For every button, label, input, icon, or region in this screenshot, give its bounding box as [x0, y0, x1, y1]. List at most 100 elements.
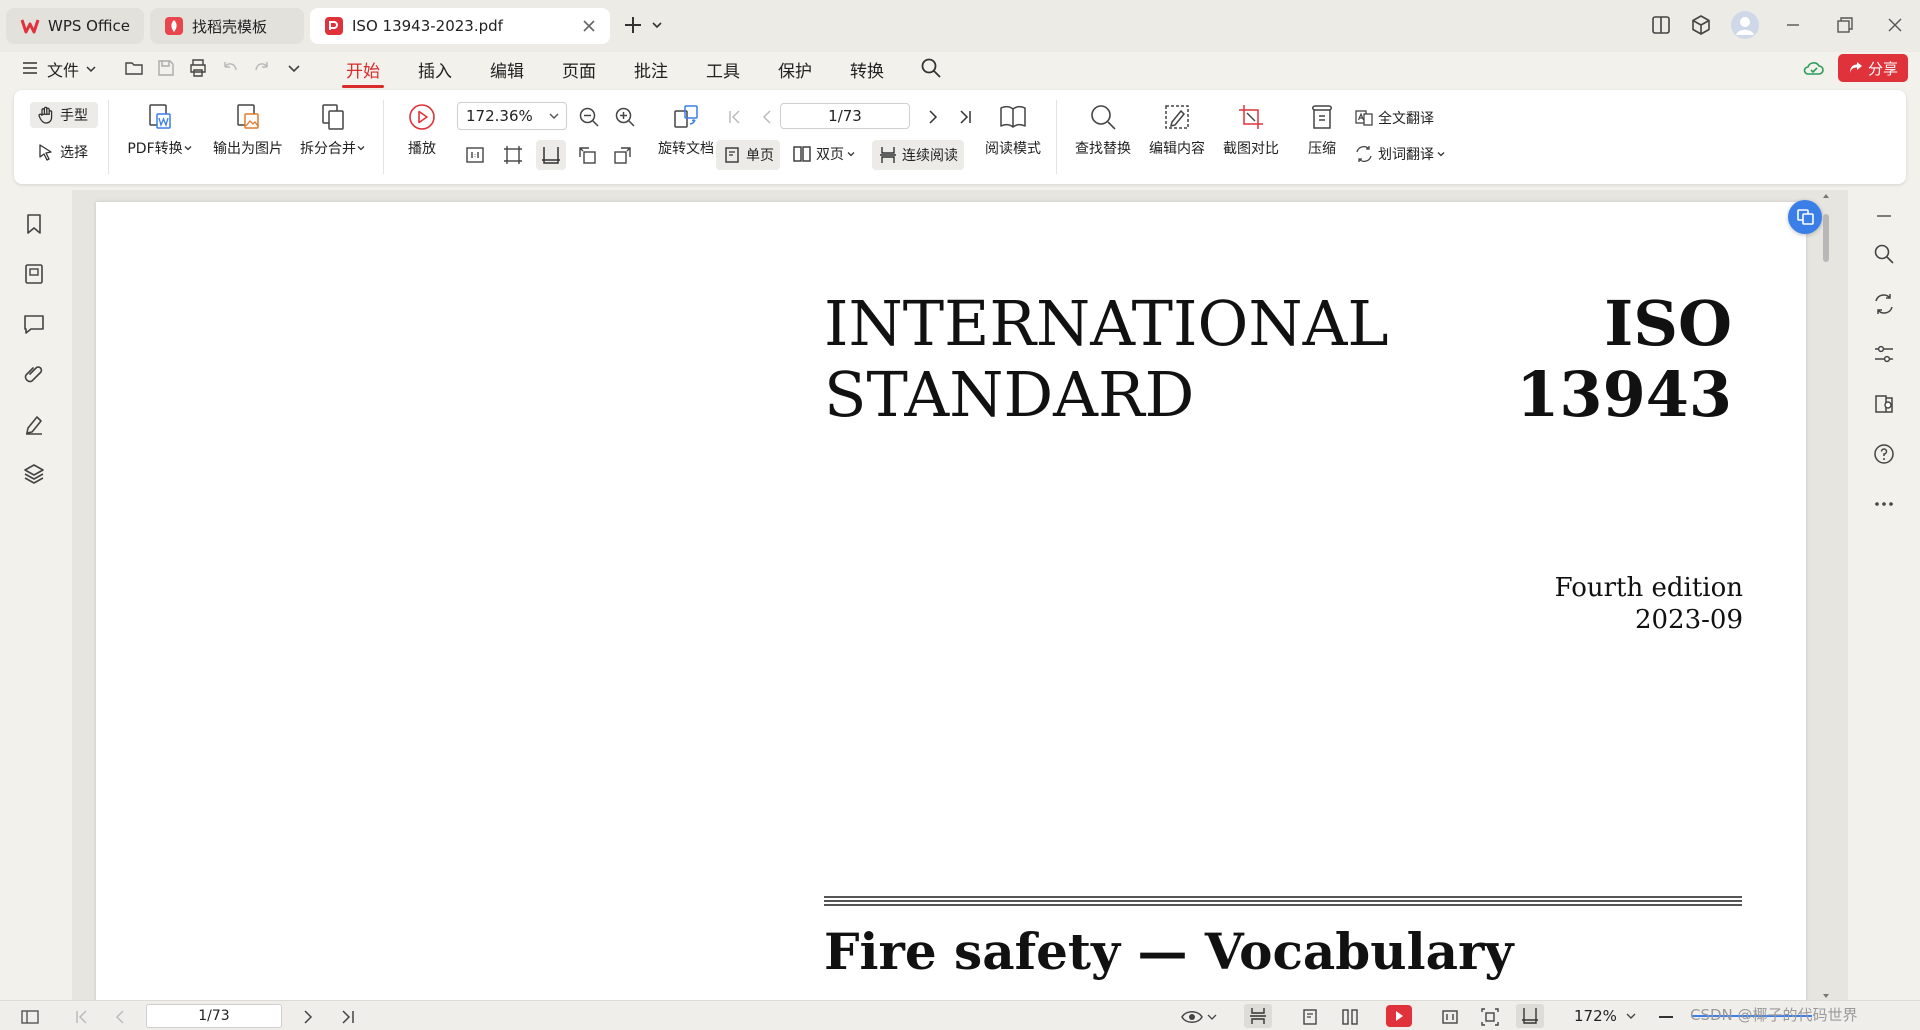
eye-protection-chevron-icon[interactable]: [1206, 1007, 1218, 1027]
quick-access-chevron-icon[interactable]: [284, 58, 304, 78]
continuous-read-button[interactable]: 连续阅读: [872, 140, 964, 170]
status-actual-size-icon[interactable]: [1440, 1007, 1460, 1027]
toggle-sidebar-icon[interactable]: [20, 1007, 40, 1027]
status-page-input[interactable]: 1/73: [146, 1004, 282, 1028]
tab-template[interactable]: 找稻壳模板: [150, 8, 304, 44]
menu-start[interactable]: 开始: [338, 56, 388, 88]
book-search-icon[interactable]: [1872, 392, 1896, 416]
zoom-select[interactable]: 172.36%: [457, 102, 567, 130]
minimize-icon[interactable]: [1782, 14, 1804, 36]
open-folder-icon[interactable]: [124, 58, 144, 78]
status-zoom-select[interactable]: 172%: [1574, 1005, 1637, 1027]
bookmark-icon[interactable]: [22, 212, 46, 236]
export-image-button[interactable]: 输出为图片: [206, 102, 290, 158]
new-tab-icon[interactable]: [622, 14, 644, 36]
floating-translate-button[interactable]: [1788, 200, 1822, 234]
search-icon[interactable]: [920, 57, 942, 79]
help-icon[interactable]: [1872, 442, 1896, 466]
double-page-button[interactable]: 双页: [792, 144, 856, 164]
status-last-page-icon[interactable]: [338, 1007, 358, 1027]
menu-page[interactable]: 页面: [554, 56, 604, 82]
save-icon[interactable]: [156, 58, 176, 78]
tab-pdf-document[interactable]: ISO 13943-2023.pdf: [310, 8, 610, 44]
status-play-button[interactable]: [1386, 1005, 1412, 1027]
redo-icon[interactable]: [252, 58, 272, 78]
fit-page-icon[interactable]: [502, 144, 524, 166]
rotate-left-icon[interactable]: [576, 144, 598, 166]
reading-layout-icon[interactable]: [1650, 14, 1672, 36]
translate-icon: [1355, 110, 1373, 126]
prev-page-icon[interactable]: [758, 106, 776, 128]
file-menu[interactable]: 文件: [44, 56, 100, 82]
full-translate-button[interactable]: 全文翻译: [1354, 108, 1434, 128]
screenshot-compare-button[interactable]: 截图对比: [1216, 102, 1286, 158]
side-translate-icon[interactable]: [1872, 292, 1896, 316]
menu-insert[interactable]: 插入: [410, 56, 460, 82]
attachment-icon[interactable]: [22, 362, 46, 386]
collapse-panel-icon[interactable]: [1872, 204, 1896, 228]
menu-edit[interactable]: 编辑: [482, 56, 532, 82]
cube-icon[interactable]: [1690, 14, 1712, 36]
menu-tools[interactable]: 工具: [698, 56, 748, 82]
side-search-icon[interactable]: [1872, 242, 1896, 266]
restore-icon[interactable]: [1834, 14, 1856, 36]
status-next-page-icon[interactable]: [298, 1007, 318, 1027]
last-page-icon[interactable]: [956, 106, 974, 128]
print-icon[interactable]: [188, 58, 208, 78]
layers-icon[interactable]: [22, 462, 46, 486]
actual-size-icon[interactable]: [464, 144, 486, 166]
pdf-convert-button[interactable]: PDF转换: [120, 102, 200, 158]
zoom-in-icon[interactable]: [614, 106, 636, 128]
status-continuous-button[interactable]: [1244, 1004, 1272, 1028]
next-page-icon[interactable]: [924, 106, 942, 128]
more-options-icon[interactable]: [1872, 492, 1896, 516]
close-tab-icon[interactable]: [580, 17, 598, 35]
single-page-button[interactable]: 单页: [716, 140, 780, 170]
select-tool-button[interactable]: 选择: [36, 142, 88, 162]
status-fit-page-icon[interactable]: [1480, 1007, 1500, 1027]
adjust-settings-icon[interactable]: [1872, 342, 1896, 366]
tab-list-chevron-icon[interactable]: [650, 14, 664, 36]
find-replace-button[interactable]: 查找替换: [1068, 102, 1138, 158]
doc-title-line1: INTERNATIONAL: [824, 287, 1389, 360]
scroll-up-icon[interactable]: [1820, 190, 1832, 202]
avatar[interactable]: [1730, 10, 1760, 40]
status-zoom-out-icon[interactable]: [1656, 1007, 1676, 1027]
scrollbar-thumb[interactable]: [1823, 214, 1829, 262]
word-translate-button[interactable]: 划词翻译: [1354, 144, 1446, 164]
edit-content-button[interactable]: 编辑内容: [1142, 102, 1212, 158]
cloud-sync-icon[interactable]: [1802, 56, 1826, 80]
compress-button[interactable]: 压缩: [1294, 102, 1350, 158]
rotate-right-icon[interactable]: [612, 144, 634, 166]
status-single-page-icon[interactable]: [1300, 1007, 1320, 1027]
status-first-page-icon[interactable]: [72, 1007, 92, 1027]
word-translate-icon: [1356, 146, 1372, 162]
tab-wps-office[interactable]: WPS Office: [6, 8, 144, 44]
undo-icon[interactable]: [220, 58, 240, 78]
rotate-document-button[interactable]: 旋转文档: [646, 102, 726, 158]
status-double-page-icon[interactable]: [1340, 1007, 1360, 1027]
page-number-input[interactable]: 1/73: [780, 103, 910, 129]
first-page-icon[interactable]: [726, 106, 744, 128]
split-merge-button[interactable]: 拆分合并: [292, 102, 374, 158]
close-window-icon[interactable]: [1884, 14, 1906, 36]
hamburger-menu-icon[interactable]: [20, 58, 40, 78]
share-button[interactable]: 分享: [1838, 54, 1908, 82]
zoom-out-icon[interactable]: [578, 106, 600, 128]
menu-convert[interactable]: 转换: [842, 56, 892, 82]
document-viewport[interactable]: INTERNATIONAL STANDARD ISO 13943 Fourth …: [72, 190, 1848, 1002]
play-button[interactable]: 播放: [394, 102, 450, 158]
zoom-value: 172.36%: [466, 107, 533, 125]
menu-protect[interactable]: 保护: [770, 56, 820, 82]
eye-protection-icon[interactable]: [1180, 1007, 1204, 1027]
status-prev-page-icon[interactable]: [110, 1007, 130, 1027]
read-mode-button[interactable]: 阅读模式: [978, 102, 1048, 158]
menu-annotate[interactable]: 批注: [626, 56, 676, 82]
status-fit-width-button[interactable]: [1516, 1004, 1544, 1028]
hand-tool-button[interactable]: 手型: [30, 102, 98, 128]
fit-width-button[interactable]: [536, 140, 566, 170]
comment-icon[interactable]: [22, 312, 46, 336]
vertical-scrollbar[interactable]: [1820, 190, 1832, 1002]
thumbnail-icon[interactable]: [22, 262, 46, 286]
signature-icon[interactable]: [22, 412, 46, 436]
